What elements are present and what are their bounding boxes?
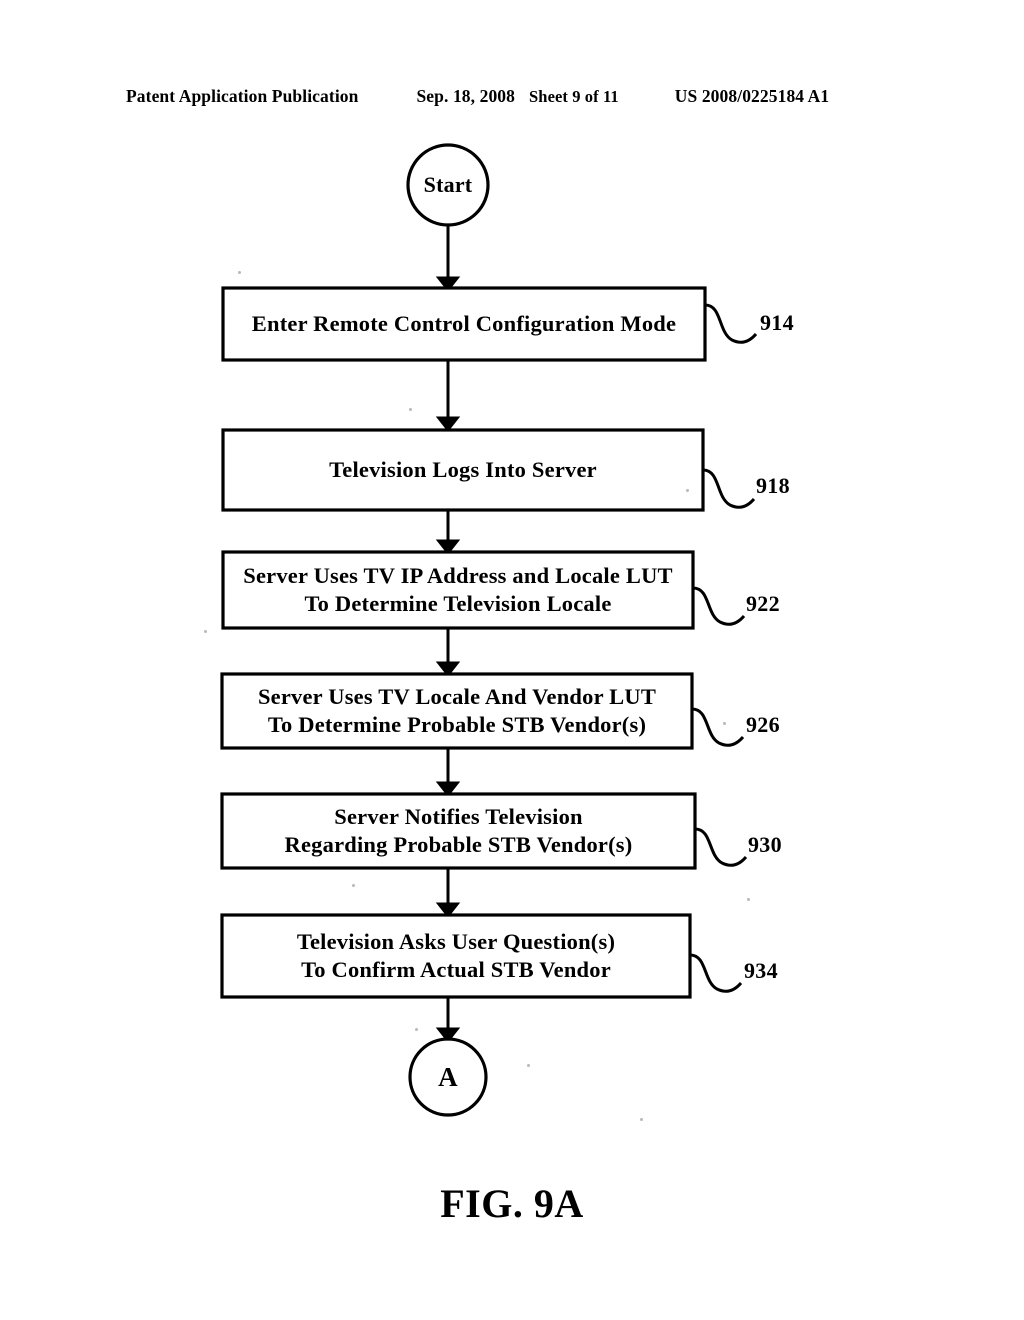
process-box-926 <box>220 672 694 750</box>
leader-line-922 <box>692 586 746 626</box>
leader-line-934 <box>689 953 743 993</box>
flowchart-graphics <box>220 143 758 1117</box>
process-box-918 <box>221 428 705 512</box>
flowchart-figure: Start Enter Remote Control Configuration… <box>0 0 1024 1320</box>
leader-line-914 <box>704 303 758 344</box>
reference-numeral-918: 918 <box>756 473 790 498</box>
reference-numeral-914: 914 <box>760 310 794 335</box>
start-node-shape <box>406 143 490 227</box>
connector-node-a-shape <box>408 1037 488 1117</box>
reference-numeral-934: 934 <box>744 958 778 983</box>
reference-numeral-926: 926 <box>746 712 780 737</box>
reference-numeral-930: 930 <box>748 832 782 857</box>
leader-line-930 <box>694 827 748 867</box>
figure-caption: FIG. 9A <box>440 1181 584 1226</box>
process-box-930 <box>220 792 697 870</box>
leader-line-918 <box>702 468 756 509</box>
process-box-914 <box>221 286 707 362</box>
process-box-934 <box>220 913 692 999</box>
reference-numeral-922: 922 <box>746 591 780 616</box>
process-box-922 <box>221 550 695 630</box>
leader-line-926 <box>691 707 745 747</box>
